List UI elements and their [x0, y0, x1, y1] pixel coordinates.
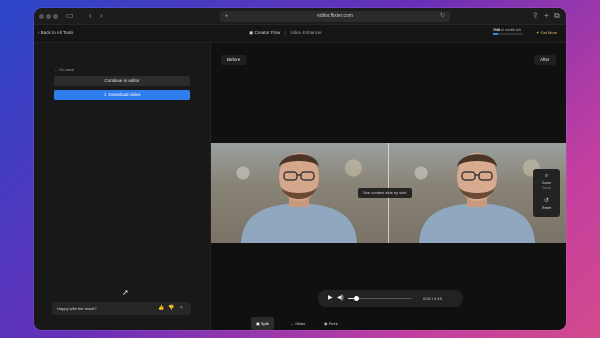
- thumbs-down-icon[interactable]: 👎: [168, 305, 174, 311]
- close-icon[interactable]: ×: [180, 305, 183, 311]
- feedback-question: Happy with the result?: [57, 306, 97, 311]
- credits-indicator: 7/45 AI credits left: [493, 28, 523, 35]
- play-icon[interactable]: ▶: [328, 294, 333, 301]
- go-back-link[interactable]: ← Go back: [54, 67, 74, 72]
- mouse-cursor-icon: ➚: [122, 288, 129, 297]
- breadcrumb: ▣ Creator Flow | Video Enhancer: [249, 30, 322, 36]
- video-player-controls: ▶ ◀) 0:02 / 0:15: [318, 290, 463, 307]
- forward-icon[interactable]: ›: [100, 11, 103, 21]
- credits-bar: [493, 33, 523, 35]
- mode-slider-button[interactable]: ↔ Slider: [285, 317, 310, 330]
- breadcrumb-root[interactable]: Creator Flow: [255, 30, 281, 35]
- window-zoom-button[interactable]: [53, 14, 58, 19]
- tabs-icon[interactable]: ⧉: [554, 11, 560, 21]
- zoom-controls: ⌕ Zoom Scroll ↺ Reset: [533, 169, 560, 217]
- mode-split-button[interactable]: ▣ Split: [251, 317, 274, 330]
- new-tab-icon[interactable]: +: [544, 11, 549, 21]
- playback-time: 0:02 / 0:15: [423, 296, 442, 301]
- breadcrumb-current: Video Enhancer: [289, 30, 322, 35]
- lock-icon: ●: [225, 13, 229, 19]
- reload-icon[interactable]: ↻: [440, 11, 445, 22]
- browser-window: ▭ ‹ › ● editor.flixier.com ↻ ⇪ + ⧉ ‹ Bac…: [34, 8, 566, 330]
- back-icon[interactable]: ‹: [89, 11, 92, 21]
- preview-canvas: Before After See content side by side ⌕ …: [211, 43, 566, 330]
- view-mode-switcher: ▣ Split ↔ Slider ◉ Peek: [251, 317, 351, 330]
- video-preview[interactable]: See content side by side: [211, 143, 566, 243]
- url-text: editor.flixier.com: [317, 13, 353, 19]
- back-to-tools-link[interactable]: ‹ Back to All Tools: [38, 30, 73, 35]
- reset-icon[interactable]: ↺: [533, 197, 560, 204]
- zoom-icon[interactable]: ⌕: [533, 173, 560, 180]
- credits-label: AI credits left: [500, 28, 521, 32]
- browser-toolbar: ▭ ‹ › ● editor.flixier.com ↻ ⇪ + ⧉: [34, 8, 566, 25]
- mode-peek-button[interactable]: ◉ Peek: [319, 317, 343, 330]
- window-minimize-button[interactable]: [46, 14, 51, 19]
- credits-value: 7/45: [493, 28, 500, 32]
- left-panel: ← Go back Continue in editor ⇩ Download …: [34, 43, 211, 330]
- before-label: Before: [221, 55, 247, 65]
- app-header: ‹ Back to All Tools ▣ Creator Flow | Vid…: [34, 25, 566, 43]
- feedback-bar: Happy with the result? 👍 👎 ×: [52, 302, 191, 315]
- breadcrumb-separator: |: [284, 30, 286, 35]
- seek-handle[interactable]: [353, 296, 359, 301]
- zoom-label: Zoom: [542, 181, 551, 185]
- credits-bar-fill: [493, 33, 498, 35]
- side-by-side-hint: See content side by side: [358, 188, 412, 198]
- download-video-button[interactable]: ⇩ Download video: [54, 90, 190, 100]
- get-more-button[interactable]: ✦ Get More: [536, 30, 557, 35]
- continue-in-editor-button[interactable]: Continue in editor: [54, 76, 190, 86]
- after-label: After: [534, 55, 556, 65]
- thumbs-up-icon[interactable]: 👍: [158, 305, 164, 311]
- share-icon[interactable]: ⇪: [532, 11, 539, 21]
- address-bar[interactable]: ● editor.flixier.com ↻: [220, 11, 450, 22]
- zoom-scroll-hint: Scroll: [542, 186, 551, 190]
- sidebar-icon[interactable]: ▭: [66, 11, 74, 21]
- volume-icon[interactable]: ◀): [337, 294, 344, 301]
- reset-label: Reset: [541, 206, 552, 210]
- window-close-button[interactable]: [39, 14, 44, 19]
- seek-bar[interactable]: [348, 296, 412, 301]
